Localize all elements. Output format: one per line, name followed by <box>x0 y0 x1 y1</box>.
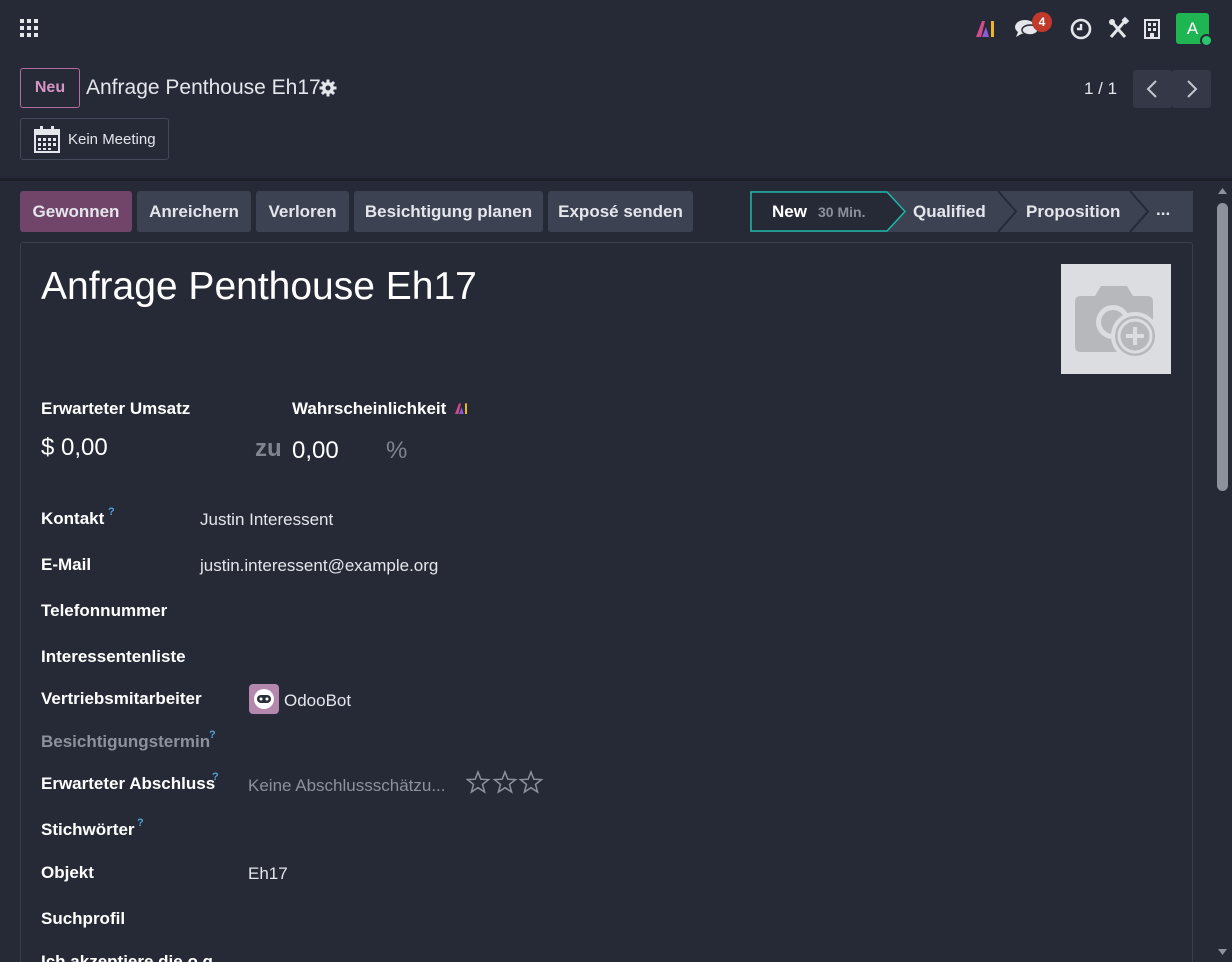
online-status-indicator <box>1200 34 1213 47</box>
new-record-button[interactable]: Neu <box>20 68 80 108</box>
breadcrumb-record-title: Anfrage Penthouse Eh17 <box>86 76 321 99</box>
schedule-viewing-button[interactable]: Besichtigung planen <box>354 191 543 232</box>
user-avatar[interactable]: A <box>1176 13 1213 47</box>
clock-icon[interactable] <box>1066 13 1098 45</box>
stage-new[interactable]: New <box>772 191 807 232</box>
contact-field[interactable]: Justin Interessent <box>200 510 333 530</box>
send-expose-button[interactable]: Exposé senden <box>548 191 693 232</box>
camera-plus-icon <box>1075 286 1159 360</box>
stage-more-button[interactable]: ... <box>1156 189 1170 230</box>
search-profile-label: Suchprofil <box>41 909 126 928</box>
stage-new-duration: 30 Min. <box>818 204 866 220</box>
accept-terms-label: Ich akzeptiere die o.g. <box>41 952 218 962</box>
contact-help-icon[interactable]: ? <box>108 506 115 518</box>
meeting-smart-button[interactable]: Kein Meeting <box>20 118 169 160</box>
contact-label: Kontakt <box>41 509 105 528</box>
closing-help-icon[interactable]: ? <box>212 771 219 783</box>
stage-qualified[interactable]: Qualified <box>913 191 986 232</box>
salesperson-label: Vertriebsmitarbeiter <box>41 689 202 708</box>
chevron-right-icon <box>1187 80 1198 98</box>
viewing-date-label: Besichtigungstermin <box>41 732 211 751</box>
meeting-label: Kein Meeting <box>68 131 156 148</box>
priority-stars <box>465 769 546 796</box>
object-field[interactable]: Eh17 <box>248 864 288 884</box>
search-profile-field[interactable] <box>248 905 1160 933</box>
top-navbar: 4 A <box>0 0 1232 56</box>
chevron-left-icon <box>1146 80 1157 98</box>
odoobot-avatar <box>249 684 279 714</box>
stage-statusbar: New 30 Min. Qualified Proposition ... <box>750 191 1193 232</box>
won-button[interactable]: Gewonnen <box>20 191 132 232</box>
phone-label: Telefonnummer <box>41 601 168 620</box>
apps-grid-icon[interactable] <box>20 19 38 37</box>
email-label: E-Mail <box>41 555 92 574</box>
chat-count-badge: 4 <box>1032 12 1052 32</box>
probability-field[interactable]: 0,00 <box>292 437 339 465</box>
stage-proposition[interactable]: Proposition <box>1026 191 1120 232</box>
salesperson-field[interactable]: OdooBot <box>284 691 351 711</box>
enrich-button[interactable]: Anreichern <box>137 191 251 232</box>
expected-closing-label: Erwarteter Abschluss <box>41 774 216 793</box>
scrollbar-thumb[interactable] <box>1217 203 1228 491</box>
scroll-up-arrow-icon[interactable] <box>1217 187 1228 195</box>
viewing-help-icon[interactable]: ? <box>209 729 216 741</box>
interest-list-field[interactable] <box>200 643 1160 671</box>
ai-sparkle-icon[interactable] <box>970 13 1002 45</box>
tags-label: Stichwörter <box>41 820 135 839</box>
tags-help-icon[interactable]: ? <box>137 817 144 829</box>
building-icon[interactable] <box>1137 13 1169 45</box>
pager-next-button[interactable] <box>1172 70 1211 108</box>
tags-field[interactable] <box>248 816 1160 844</box>
phone-field[interactable] <box>200 597 1160 625</box>
gear-icon[interactable] <box>319 79 337 97</box>
probability-label: Wahrscheinlichkeit <box>292 399 447 418</box>
email-field[interactable]: justin.interessent@example.org <box>200 556 438 576</box>
percent-sign: % <box>386 437 408 464</box>
image-upload[interactable] <box>1061 264 1171 374</box>
lost-button[interactable]: Verloren <box>256 191 349 232</box>
scroll-down-arrow-icon[interactable] <box>1217 948 1228 956</box>
opportunity-title[interactable]: Anfrage Penthouse Eh17 <box>41 265 477 309</box>
calendar-icon <box>34 126 60 153</box>
ai-probability-icon[interactable] <box>451 398 471 418</box>
pager-value[interactable]: 1 / 1 <box>1084 79 1117 99</box>
interest-list-label: Interessentenliste <box>41 647 186 666</box>
user-initial: A <box>1186 19 1199 38</box>
expected-revenue-field[interactable]: $ 0,00 <box>41 434 108 462</box>
expected-revenue-label: Erwarteter Umsatz <box>41 399 191 418</box>
tools-icon[interactable] <box>1103 13 1135 45</box>
object-label: Objekt <box>41 863 94 882</box>
zu-label: zu <box>255 435 282 462</box>
header-divider <box>0 178 1232 181</box>
pager-previous-button[interactable] <box>1133 70 1172 108</box>
expected-closing-field[interactable]: Keine Abschlussschätzu... <box>248 776 446 796</box>
